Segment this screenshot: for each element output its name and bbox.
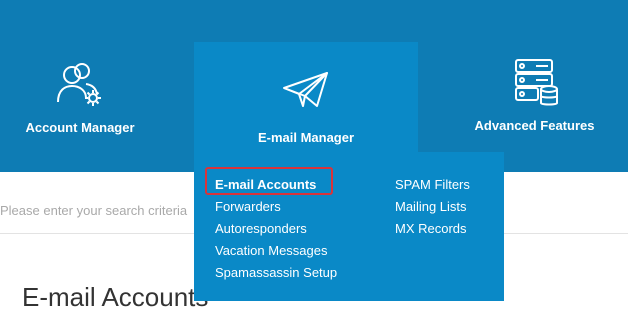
- nav-account-manager-label: Account Manager: [25, 120, 135, 135]
- menu-item-autoresponders[interactable]: Autoresponders: [215, 221, 307, 236]
- nav-advanced-features-label: Advanced Features: [474, 118, 595, 133]
- nav-advanced-features[interactable]: Advanced Features: [456, 0, 613, 172]
- menu-item-mailing-lists[interactable]: Mailing Lists: [395, 199, 467, 214]
- nav-email-manager-label: E-mail Manager: [257, 130, 355, 145]
- menu-item-vacation-messages[interactable]: Vacation Messages: [215, 243, 328, 258]
- search-input[interactable]: Please enter your search criteria: [0, 203, 200, 218]
- menu-item-spam-filters[interactable]: SPAM Filters: [395, 177, 470, 192]
- server-database-icon: [510, 58, 560, 106]
- menu-item-mx-records[interactable]: MX Records: [395, 221, 467, 236]
- users-gear-icon: [55, 62, 105, 108]
- paper-plane-icon: [281, 70, 331, 116]
- menu-item-forwarders[interactable]: Forwarders: [215, 199, 281, 214]
- nav-email-manager[interactable]: E-mail Manager: [194, 0, 418, 172]
- page-title-partial: E-mail Accounts: [22, 282, 209, 312]
- menu-item-spamassassin-setup[interactable]: Spamassassin Setup: [215, 265, 337, 280]
- nav-account-manager[interactable]: Account Manager: [0, 0, 160, 172]
- menu-item-email-accounts[interactable]: E-mail Accounts: [215, 177, 316, 192]
